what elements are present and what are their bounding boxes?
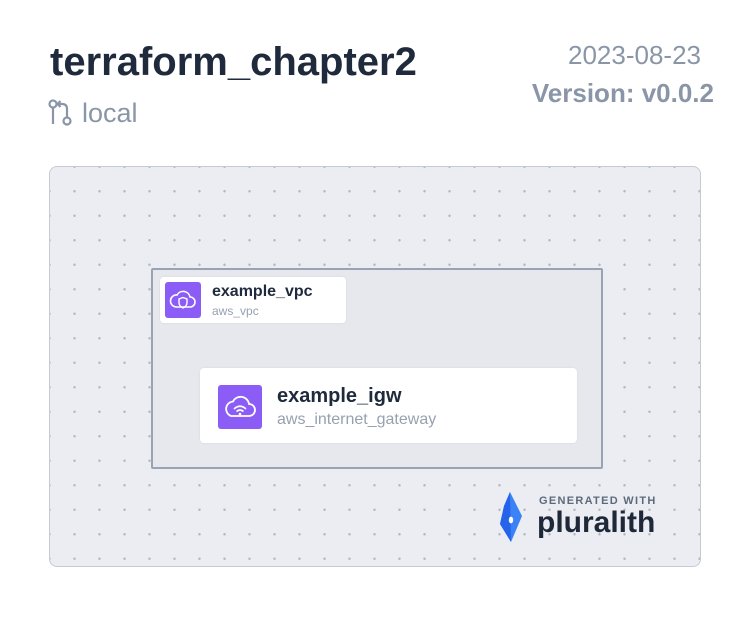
node-example-vpc[interactable]: example_vpc aws_vpc: [160, 277, 346, 323]
date-label: 2023-08-23: [568, 40, 701, 70]
page-title: terraform_chapter2: [50, 40, 417, 84]
git-branch-icon: [48, 99, 74, 127]
node-type: aws_vpc: [212, 304, 259, 318]
node-example-igw[interactable]: example_igw aws_internet_gateway: [200, 368, 577, 443]
node-name: example_igw: [277, 385, 402, 407]
internet-gateway-cloud-wifi-icon: [218, 385, 262, 429]
vpc-cloud-shield-icon: [165, 282, 201, 318]
node-type: aws_internet_gateway: [277, 411, 437, 428]
node-name: example_vpc: [212, 283, 313, 300]
brand-wordmark: pluralith: [537, 506, 656, 539]
branch-label: local: [82, 98, 138, 128]
pluralith-logo-icon: [500, 492, 524, 547]
branch-indicator: local: [48, 98, 138, 128]
version-label: Version: v0.0.2: [531, 78, 714, 108]
